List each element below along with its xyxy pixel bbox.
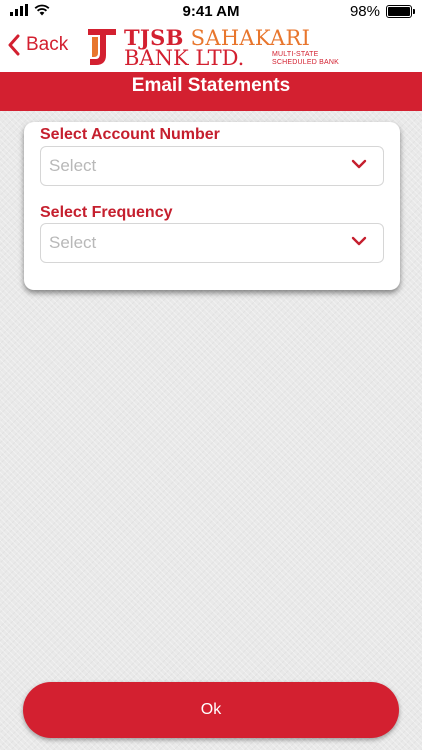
- account-number-placeholder: Select: [49, 156, 97, 175]
- logo-tag-line2: SCHEDULED BANK: [272, 59, 339, 66]
- account-number-select[interactable]: Select: [40, 146, 384, 186]
- title-bar: Email Statements: [0, 72, 422, 111]
- logo-tagline: MULTI-STATE SCHEDULED BANK: [272, 51, 339, 67]
- nav-bar: Back TJSB SAHAKARI BANK LTD. MULTI-STATE…: [0, 24, 422, 72]
- chevron-down-icon: [351, 236, 367, 246]
- tjsb-logo-mark-icon: [88, 29, 116, 65]
- account-number-label: Select Account Number: [40, 126, 220, 143]
- page-title: Email Statements: [131, 75, 291, 96]
- ok-button[interactable]: Ok: [23, 682, 399, 738]
- logo-bank-ltd: BANK LTD.: [124, 46, 245, 70]
- battery-icon: [386, 5, 415, 18]
- status-right: 98%: [349, 3, 415, 20]
- form-card: Select Account Number Select Select Freq…: [24, 122, 400, 290]
- logo-tag-line1: MULTI-STATE: [272, 51, 319, 58]
- battery-level: [388, 7, 410, 16]
- status-bar: 9:41 AM 98%: [0, 0, 422, 24]
- back-button[interactable]: Back: [8, 34, 68, 56]
- back-label: Back: [26, 34, 69, 55]
- frequency-select[interactable]: Select: [40, 223, 384, 263]
- chevron-down-icon: [351, 159, 367, 169]
- battery-percent: 98%: [349, 3, 380, 20]
- chevron-left-icon: [8, 34, 20, 56]
- frequency-label: Select Frequency: [40, 204, 173, 221]
- frequency-placeholder: Select: [49, 233, 97, 252]
- bank-logo: TJSB SAHAKARI BANK LTD. MULTI-STATE SCHE…: [86, 27, 339, 70]
